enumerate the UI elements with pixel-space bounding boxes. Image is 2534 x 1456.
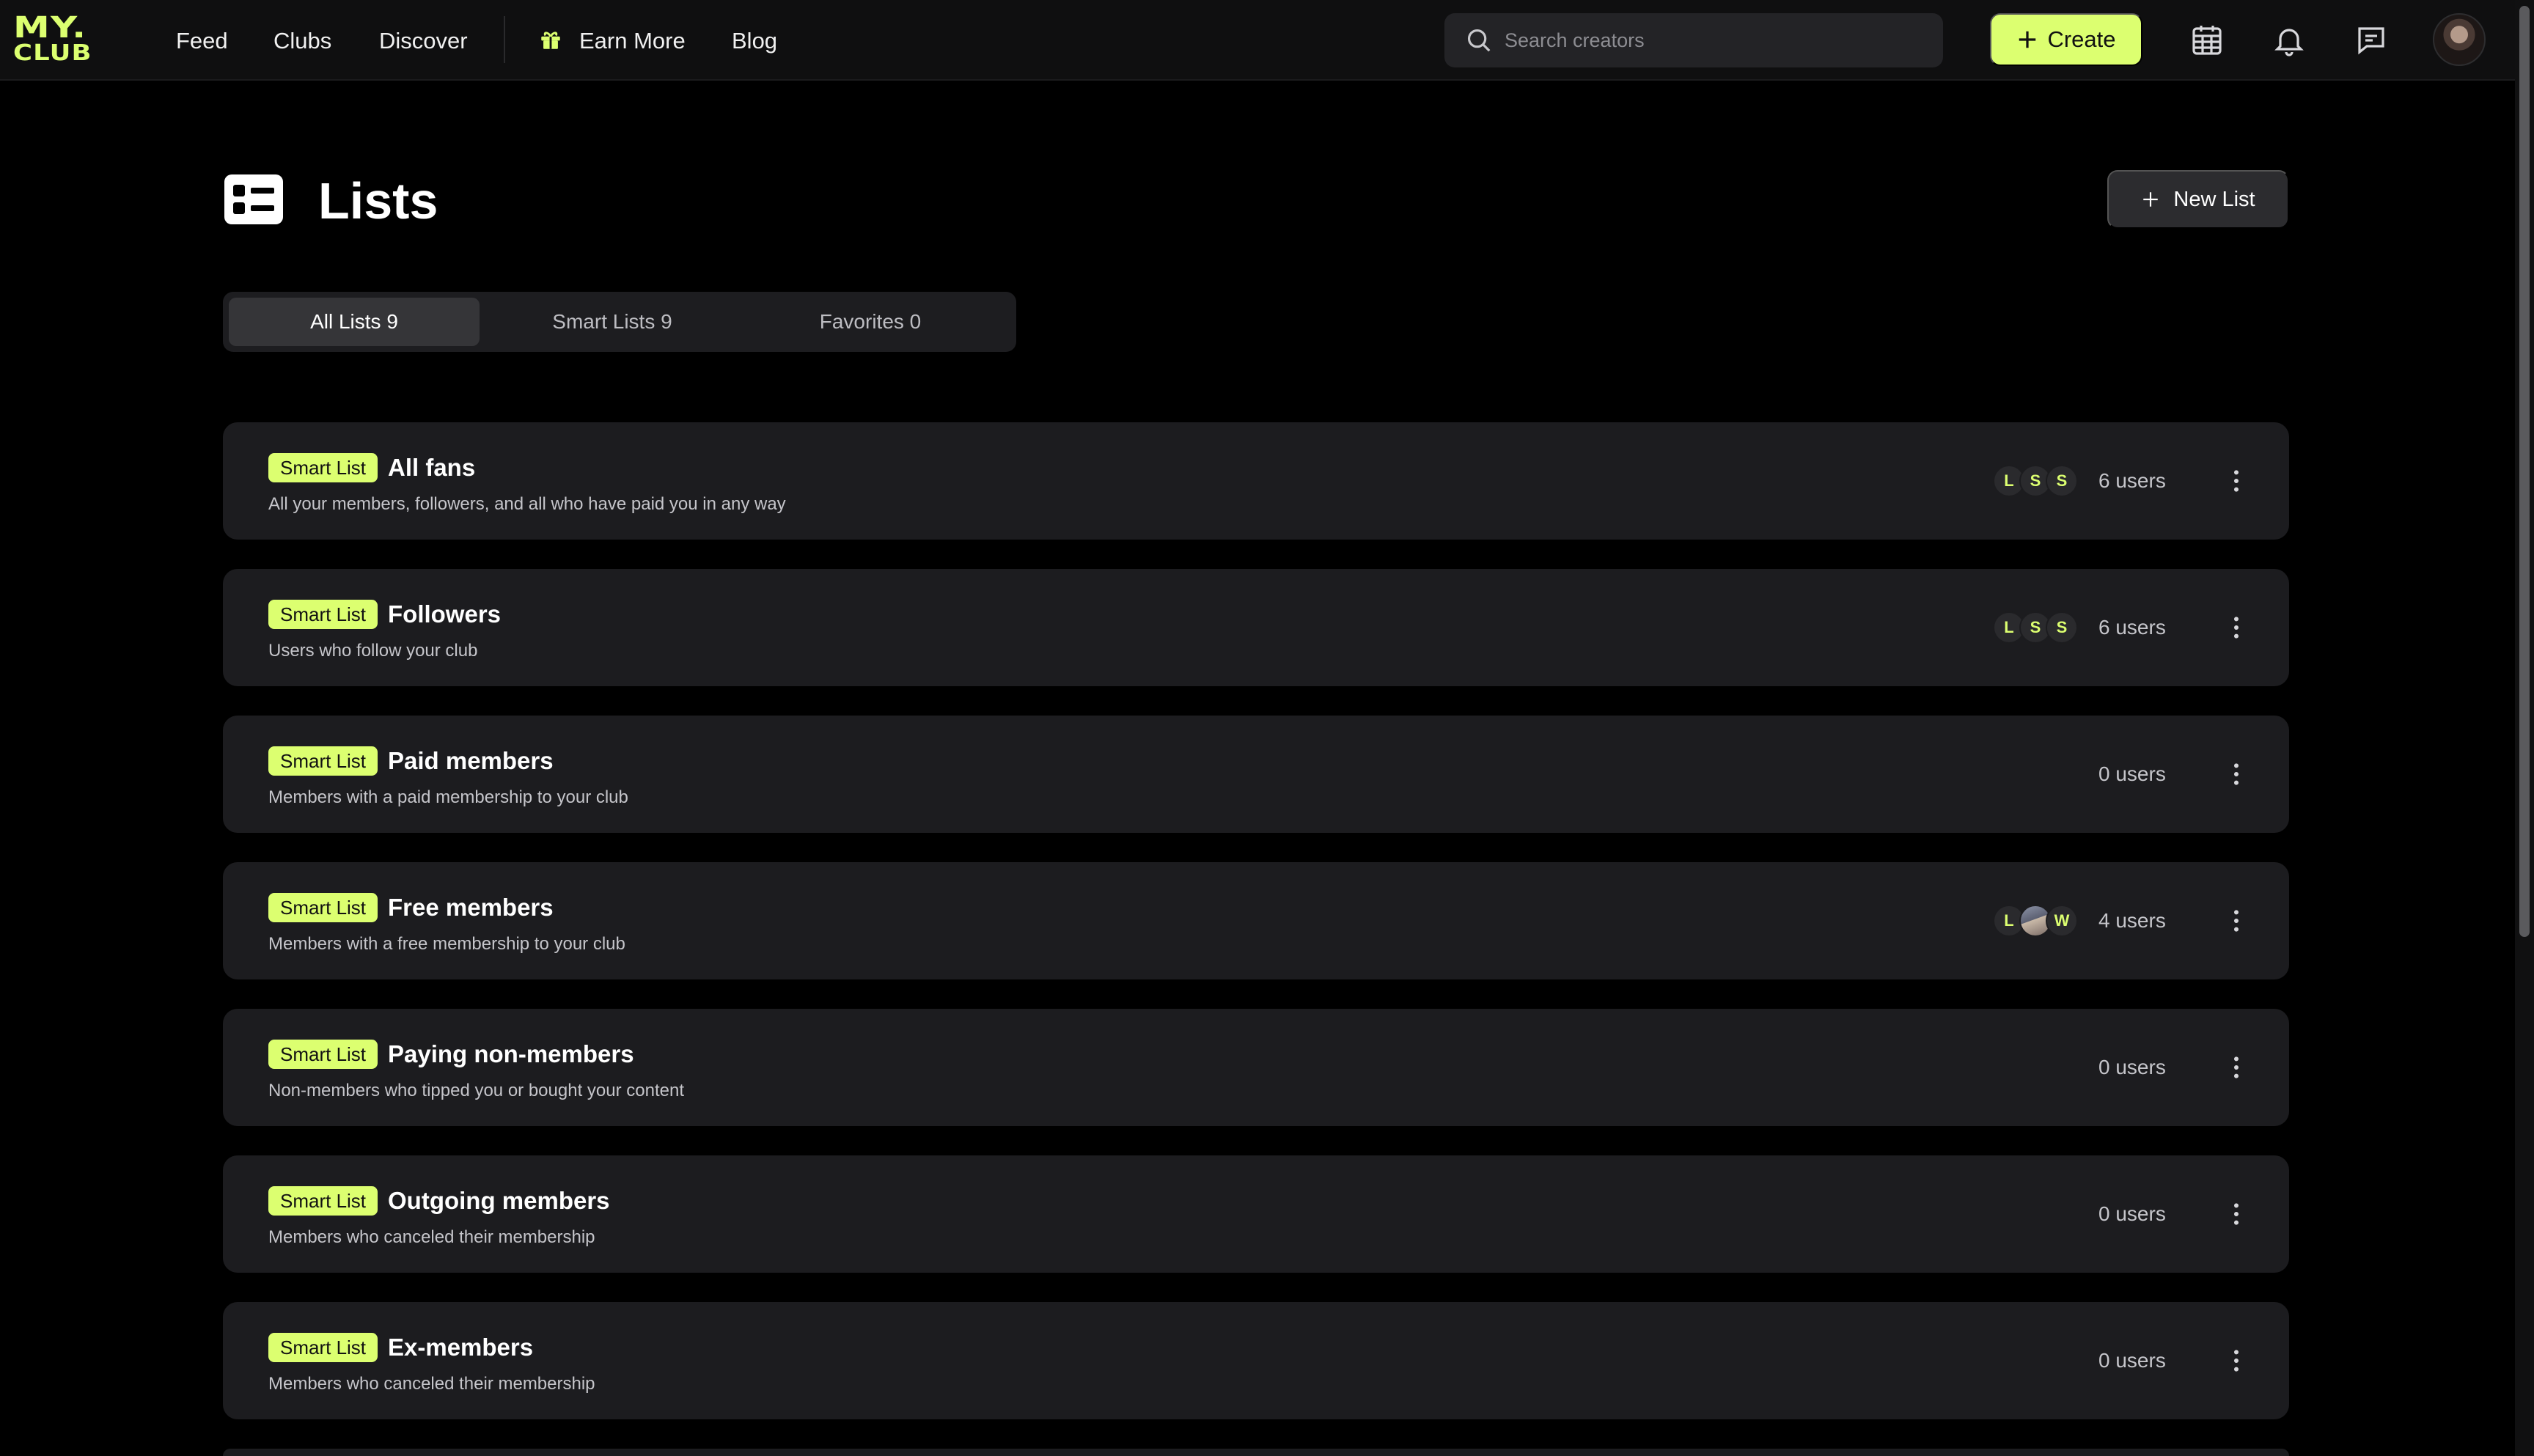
new-list-button[interactable]: New List [2107,170,2289,229]
list-item[interactable]: Smart List Ex-members Members who cancel… [223,1302,2289,1419]
list-item[interactable]: Smart List Free members Members with a f… [223,862,2289,979]
logo[interactable]: MY. CLUB [13,11,100,66]
chat-icon[interactable] [2354,23,2389,58]
more-vertical-icon[interactable] [2222,760,2251,789]
more-vertical-icon[interactable] [2222,906,2251,935]
nav-earn-more[interactable]: Earn More [579,26,686,56]
user-count: 0 users [2098,762,2166,785]
avatar: S [2046,465,2078,497]
list-icon [224,174,283,224]
user-count: 4 users [2098,909,2166,932]
smart-list-badge: Smart List [268,600,378,629]
more-vertical-icon[interactable] [2222,1199,2251,1229]
nav-blog[interactable]: Blog [732,26,777,56]
smart-list-badge: Smart List [268,1040,378,1069]
logo-line-1: MY. [13,11,87,45]
avatar: W [2046,905,2078,937]
list-title: Paying non-members [388,1040,634,1067]
smart-list-badge: Smart List [268,453,378,482]
more-vertical-icon[interactable] [2222,1346,2251,1375]
smart-list-badge: Smart List [268,1333,378,1362]
page-title: Lists [318,172,438,229]
avatar: S [2046,611,2078,644]
list-description: Members who canceled their membership [268,1374,595,1394]
user-count: 0 users [2098,1056,2166,1078]
list-title: Outgoing members [388,1187,610,1214]
tab-all-lists[interactable]: All Lists 9 [229,298,480,346]
list-description: Members with a paid membership to your c… [268,787,628,807]
list-item[interactable]: Smart List Followers Users who follow yo… [223,569,2289,686]
smart-list-badge: Smart List [268,1186,378,1216]
list-item[interactable]: Smart List Outgoing members Members who … [223,1155,2289,1273]
user-count: 6 users [2098,469,2166,492]
logo-line-2: CLUB [13,40,92,66]
nav-discover[interactable]: Discover [379,26,468,56]
nav-feed[interactable]: Feed [176,26,228,56]
list-description: Non-members who tipped you or bought you… [268,1081,684,1100]
create-button[interactable]: Create [1990,13,2142,66]
list-description: All your members, followers, and all who… [268,494,786,514]
list-description: Members who canceled their membership [268,1227,595,1247]
plus-icon [2019,31,2036,48]
calendar-icon[interactable] [2189,23,2225,58]
create-label: Create [2047,26,2116,52]
list-title: Paid members [388,747,554,774]
new-list-label: New List [2173,187,2255,211]
more-vertical-icon[interactable] [2222,1053,2251,1082]
list-tabs: All Lists 9 Smart Lists 9 Favorites 0 [223,292,1016,352]
nav-clubs[interactable]: Clubs [273,26,331,56]
list-title: All fans [388,454,476,481]
gift-icon [541,32,560,49]
list-description: Users who follow your club [268,641,478,661]
plus-icon [2143,192,2159,207]
scrollbar-thumb[interactable] [2519,6,2530,937]
list-title: Free members [388,894,554,921]
list-item-partial[interactable] [223,1449,2289,1456]
user-count: 0 users [2098,1202,2166,1225]
more-vertical-icon[interactable] [2222,466,2251,496]
smart-list-badge: Smart List [268,893,378,922]
search-input[interactable] [1505,13,1922,67]
list-item[interactable]: Smart List Paying non-members Non-member… [223,1009,2289,1126]
list-title: Followers [388,600,502,628]
more-vertical-icon[interactable] [2222,613,2251,642]
user-count: 0 users [2098,1349,2166,1372]
search-box [1444,13,1943,67]
top-bar: MY. CLUB Feed Clubs Discover Earn More B… [0,0,2515,81]
search-icon [1467,29,1491,52]
list-description: Members with a free membership to your c… [268,934,625,954]
list-item[interactable]: Smart List Paid members Members with a p… [223,716,2289,833]
user-count: 6 users [2098,616,2166,639]
tab-favorites[interactable]: Favorites 0 [745,298,996,346]
bell-icon[interactable] [2272,23,2307,58]
smart-list-badge: Smart List [268,746,378,776]
user-avatar[interactable] [2433,13,2486,66]
tab-smart-lists[interactable]: Smart Lists 9 [487,298,738,346]
list-title: Ex-members [388,1334,534,1361]
list-item[interactable]: Smart List All fans All your members, fo… [223,422,2289,540]
app-frame: MY. CLUB Feed Clubs Discover Earn More B… [0,0,2534,1456]
nav-divider [504,16,505,63]
